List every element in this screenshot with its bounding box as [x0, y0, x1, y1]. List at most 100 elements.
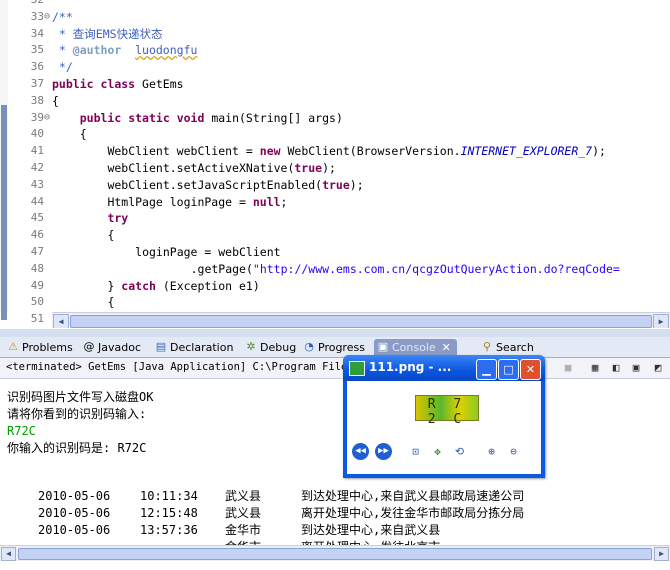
tab-javadoc[interactable]: @ Javadoc — [80, 339, 142, 356]
code-token: webClient.setJavaScriptEnabled( — [107, 177, 323, 192]
code-token: * — [52, 43, 73, 58]
tracking-row: 2010-05-06 10:11:34 武义县 到达处理中心,来自武义县邮政局速… — [38, 489, 525, 503]
code-text: try — [107, 210, 128, 227]
code-token: catch — [121, 278, 156, 293]
close-icon[interactable]: ✕ — [442, 341, 451, 354]
code-token: public — [52, 77, 94, 91]
tab-debug[interactable]: ✲ Debug — [242, 339, 296, 356]
fold-icon[interactable]: ⊖ — [44, 110, 50, 127]
rotate-icon[interactable]: ⟲ — [451, 443, 468, 460]
status-strip — [0, 561, 670, 570]
scroll-left-icon[interactable]: ◀ — [1, 547, 16, 561]
line-number: 36 — [30, 60, 44, 74]
code-token: class — [100, 77, 136, 91]
line-number: 35 — [30, 43, 44, 57]
zoom-out-icon[interactable]: ⊖ — [505, 443, 522, 460]
code-text: WebClient webClient = new WebClient(Brow… — [107, 143, 606, 160]
code-editor[interactable]: 3233⊖/**34 * 查询EMS快递状态35 * @author luodo… — [0, 0, 670, 328]
code-token: { — [52, 93, 59, 108]
code-token: EMS — [95, 26, 117, 41]
tab-declaration[interactable]: ▤ Declaration — [152, 339, 234, 356]
terminate-icon[interactable]: ■ — [560, 360, 576, 376]
line-number: 43 — [30, 177, 44, 191]
code-token: ; — [280, 194, 288, 209]
code-text: * 查询EMS快递状态 — [52, 26, 163, 43]
panel-divider[interactable] — [0, 329, 670, 337]
tab-search[interactable]: ⚲ Search — [478, 339, 534, 356]
console-horizontal-scrollbar[interactable]: ◀ ▶ — [0, 545, 670, 561]
console-line: 请将你看到的识别码输入: — [7, 407, 147, 421]
next-icon[interactable]: ▶▶ — [375, 443, 392, 460]
code-token: @author — [72, 43, 122, 58]
zoom-in-icon[interactable]: ⊕ — [483, 443, 500, 460]
code-text: webClient.setJavaScriptEnabled(true); — [107, 177, 363, 194]
viewer-title-bar[interactable]: 111.png - ... ▁ □ ✕ — [343, 355, 545, 381]
maximize-button[interactable]: □ — [498, 359, 519, 380]
code-token: /** — [52, 9, 73, 24]
scroll-lock-icon[interactable]: ▦ — [587, 360, 603, 376]
line-number: 50 — [30, 295, 44, 309]
code-token: ); — [592, 144, 606, 159]
tab-console[interactable]: ▣ Console ✕ — [374, 339, 457, 356]
image-viewer-window[interactable]: 111.png - ... ▁ □ ✕ R 7 2 C ◀◀ ▶▶ ⊡ ✥ ⟲ … — [343, 355, 545, 478]
code-token: * 查询 — [52, 26, 96, 41]
prev-icon[interactable]: ◀◀ — [352, 443, 369, 460]
code-token: { — [107, 228, 115, 243]
close-window-button[interactable]: ✕ — [520, 359, 541, 380]
declaration-icon: ▤ — [155, 340, 167, 353]
tab-progress[interactable]: ◔ Progress — [300, 339, 365, 356]
line-number: 32 — [14, 0, 44, 9]
editor-gutter — [0, 0, 8, 320]
console-user-input: R72C — [7, 424, 36, 438]
code-token: HtmlPage loginPage = — [107, 194, 253, 209]
search-icon: ⚲ — [482, 340, 492, 353]
line-number: 40 — [30, 127, 44, 141]
display-console-icon[interactable]: ▣ — [628, 360, 644, 376]
code-token: } — [107, 278, 122, 293]
code-token: try — [107, 211, 129, 226]
code-token: ); — [322, 161, 336, 175]
tab-problems[interactable]: ⚠ Problems — [4, 339, 73, 356]
line-number: 33 — [30, 9, 44, 23]
console-output[interactable]: 识别码图片文件写入磁盘OK 请将你看到的识别码输入: R72C 你输入的识别码是… — [0, 379, 670, 552]
code-text: } catch (Exception e1) — [107, 278, 259, 295]
code-token: true — [294, 161, 323, 175]
code-token: loginPage = webClient — [135, 245, 281, 259]
code-token: main(String[] args) — [204, 110, 343, 125]
code-text: */ — [52, 59, 73, 76]
code-token: "http://www.ems.com.cn/qcgzOutQueryActio… — [252, 261, 620, 276]
minimize-button[interactable]: ▁ — [476, 359, 497, 380]
code-text: /** — [52, 9, 73, 26]
code-token: WebClient webClient = — [107, 144, 260, 159]
code-token: ); — [349, 177, 364, 192]
line-number: 41 — [30, 144, 44, 158]
fit-icon[interactable]: ⊡ — [407, 443, 424, 460]
open-console-icon[interactable]: ◩ — [650, 360, 666, 376]
scroll-right-icon[interactable]: ▶ — [653, 314, 669, 328]
code-token: webClient.setActiveXNative( — [107, 161, 295, 175]
javadoc-icon: @ — [83, 340, 95, 353]
editor-horizontal-scrollbar[interactable]: ◀ ▶ — [52, 312, 670, 328]
console-process-label: <terminated> GetEms [Java Application] C… — [6, 361, 367, 373]
scroll-left-icon[interactable]: ◀ — [53, 314, 69, 328]
code-token: true — [322, 177, 350, 192]
debug-icon: ✲ — [246, 340, 256, 353]
scroll-right-icon[interactable]: ▶ — [654, 547, 669, 561]
fold-icon[interactable]: ⊖ — [44, 9, 50, 26]
line-number: 46 — [30, 228, 44, 242]
code-token: WebClient(BrowserVersion. — [280, 144, 461, 159]
line-number: 51 — [30, 312, 44, 326]
console-line: 你输入的识别码是: R72C — [7, 441, 147, 455]
move-icon[interactable]: ✥ — [429, 443, 446, 460]
code-token: null — [252, 194, 281, 209]
change-marker — [1, 105, 7, 320]
code-token: 快递状态 — [116, 26, 163, 41]
code-token: { — [107, 295, 115, 310]
tracking-row: 2010-05-06 12:15:48 武义县 离开处理中心,发往金华市邮政局分… — [38, 506, 525, 520]
pin-console-icon[interactable]: ◧ — [608, 360, 624, 376]
scrollbar-thumb[interactable] — [70, 315, 652, 328]
code-text: public static void main(String[] args) — [80, 110, 343, 127]
code-token: void — [176, 110, 205, 125]
code-token: (Exception e1) — [155, 278, 260, 293]
scrollbar-thumb[interactable] — [18, 548, 652, 560]
